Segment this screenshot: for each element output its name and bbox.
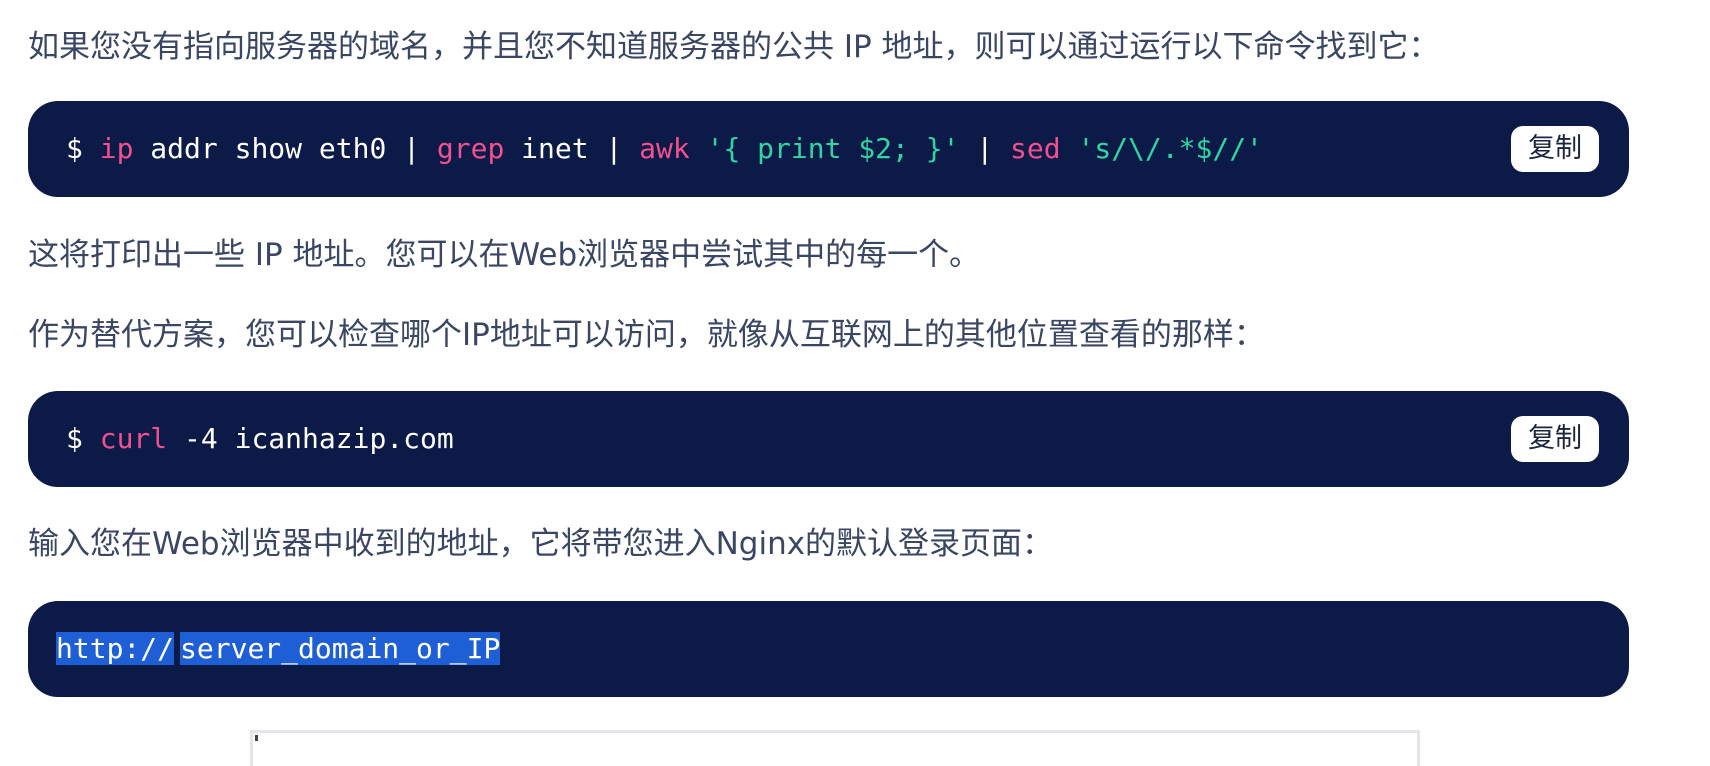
- paragraph-print-ip: 这将打印出一些 IP 地址。您可以在Web浏览器中尝试其中的每一个。: [28, 237, 981, 273]
- pipe-operator: |: [959, 132, 1011, 165]
- shell-prompt: $: [66, 132, 83, 165]
- selected-text-host[interactable]: server_domain_or_IP: [180, 632, 501, 665]
- shell-prompt: $: [66, 422, 83, 455]
- command-ip: ip: [99, 132, 134, 165]
- selected-text-scheme[interactable]: http://: [56, 632, 175, 665]
- command-args: inet |: [504, 132, 640, 165]
- string-literal: 's/\/.*$//': [1060, 132, 1263, 165]
- command-curl: curl: [99, 422, 168, 455]
- copy-button[interactable]: 复制: [1511, 126, 1599, 172]
- paragraph-enter-address: 输入您在Web浏览器中收到的地址，它将带您进入Nginx的默认登录页面：: [28, 526, 1054, 562]
- paragraph-find-ip: 如果您没有指向服务器的域名，并且您不知道服务器的公共 IP 地址，则可以通过运行…: [28, 29, 1440, 65]
- string-literal: '{ print $2; }': [689, 132, 960, 165]
- command-args: addr show eth0 |: [133, 132, 437, 165]
- command-sed: sed: [1010, 132, 1061, 165]
- code-block-curl: $ curl -4 icanhazip.com 复制: [28, 391, 1629, 487]
- code-line-curl: $ curl -4 icanhazip.com: [66, 421, 454, 457]
- figure-corner-mark: [255, 735, 258, 741]
- command-grep: grep: [436, 132, 505, 165]
- nginx-welcome-screenshot: [250, 730, 1420, 766]
- code-line-url[interactable]: http://server_domain_or_IP: [56, 631, 501, 667]
- command-awk: awk: [639, 132, 690, 165]
- command-args: -4 icanhazip.com: [167, 422, 454, 455]
- paragraph-alternative: 作为替代方案，您可以检查哪个IP地址可以访问，就像从互联网上的其他位置查看的那样…: [28, 317, 1265, 353]
- copy-button[interactable]: 复制: [1511, 416, 1599, 462]
- code-block-ip-addr: $ ip addr show eth0 | grep inet | awk '{…: [28, 101, 1629, 197]
- code-block-url: http://server_domain_or_IP: [28, 601, 1629, 697]
- code-line-ip-addr: $ ip addr show eth0 | grep inet | awk '{…: [66, 131, 1263, 167]
